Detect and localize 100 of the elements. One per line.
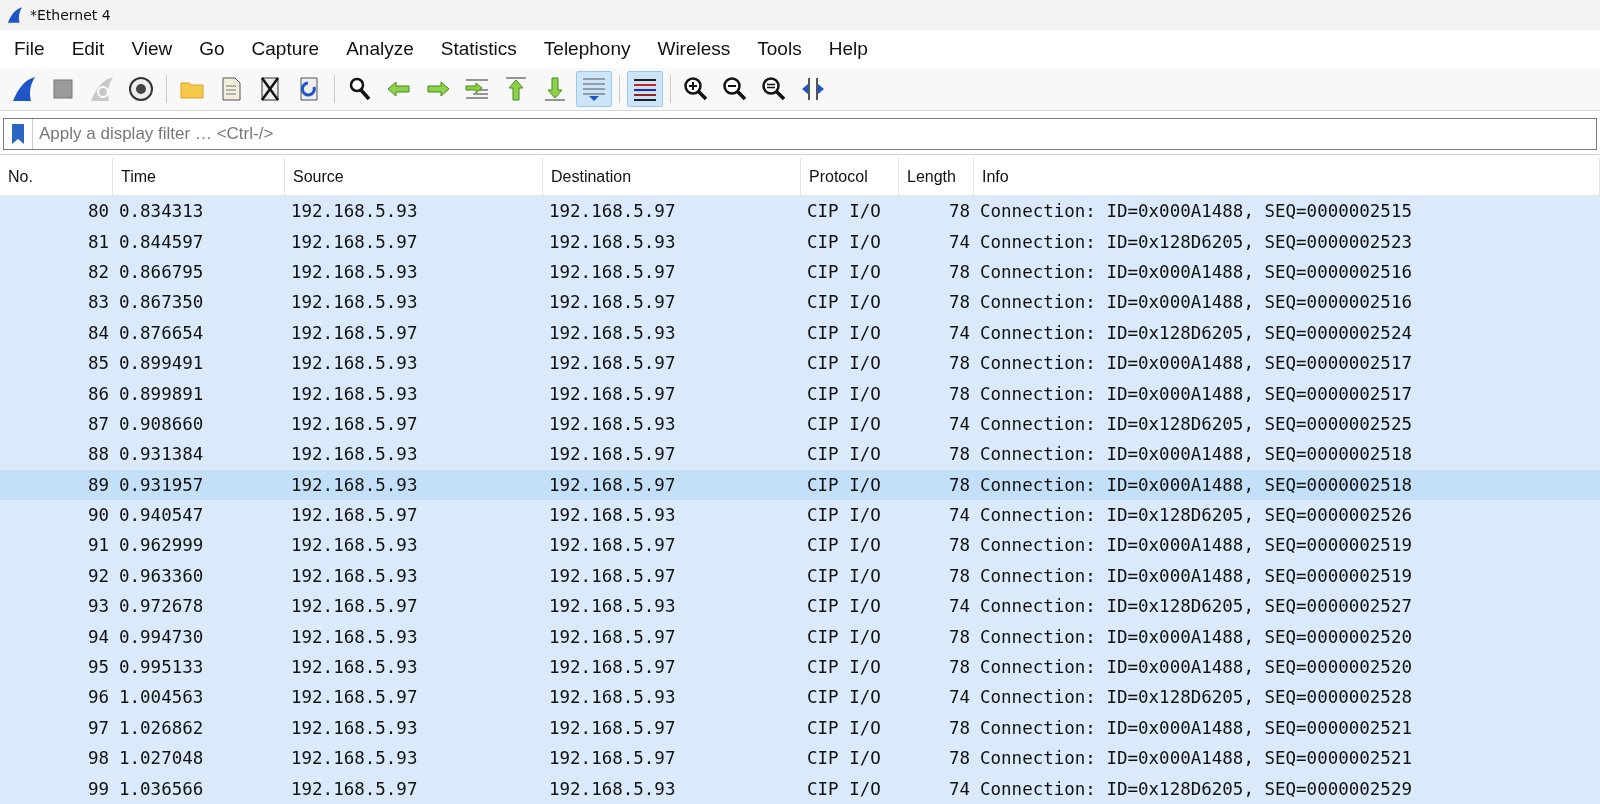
table-cell: 192.168.5.93	[291, 717, 418, 738]
packet-row[interactable]: 86 0.899891 192.168.5.93 192.168.5.97 CIP I/O 78 Connection: ID=0x000A1488, SEQ=0000002517	[0, 378, 1600, 409]
table-cell: 192.168.5.97	[549, 748, 676, 769]
table-cell: CIP I/O	[807, 474, 881, 495]
table-cell: 192.168.5.97	[549, 383, 676, 404]
column-header[interactable]: Length	[899, 158, 974, 195]
table-cell: 192.168.5.93	[549, 231, 676, 252]
table-cell: 192.168.5.97	[549, 535, 676, 556]
table-cell: CIP I/O	[807, 322, 881, 343]
table-cell: 83	[87, 292, 109, 313]
table-cell: 0.899891	[119, 383, 204, 404]
packet-row[interactable]: 88 0.931384 192.168.5.93 192.168.5.97 CIP I/O 78 Connection: ID=0x000A1488, SEQ=0000002518	[0, 439, 1600, 470]
packet-row[interactable]: 94 0.994730 192.168.5.93 192.168.5.97 CIP I/O 78 Connection: ID=0x000A1488, SEQ=0000002520	[0, 621, 1600, 652]
column-header[interactable]: Info	[974, 158, 1600, 195]
menu-item[interactable]: File	[4, 38, 55, 60]
table-cell: CIP I/O	[807, 353, 881, 374]
table-cell: 0.931957	[119, 474, 204, 495]
table-cell: 192.168.5.97	[549, 444, 676, 465]
table-cell: 192.168.5.97	[549, 261, 676, 282]
packet-row[interactable]: 96 1.004563 192.168.5.97 192.168.5.93 CIP I/O 74 Connection: ID=0x128D6205, SEQ=0000002528	[0, 682, 1600, 713]
table-cell: 192.168.5.97	[549, 353, 676, 374]
packet-row[interactable]: 87 0.908660 192.168.5.97 192.168.5.93 CIP I/O 74 Connection: ID=0x128D6205, SEQ=0000002525	[0, 408, 1600, 440]
menu-item[interactable]: Go	[189, 38, 235, 60]
column-header[interactable]: No.	[0, 158, 113, 195]
table-cell: 0.867350	[119, 292, 204, 313]
table-cell: 0.908660	[119, 413, 204, 434]
table-cell: CIP I/O	[807, 535, 881, 556]
table-cell: 192.168.5.93	[291, 535, 418, 556]
column-header[interactable]: Protocol	[801, 158, 899, 195]
packet-row[interactable]: 81 0.844597 192.168.5.97 192.168.5.93 CIP I/O 74 Connection: ID=0x128D6205, SEQ=0000002523	[0, 226, 1600, 257]
menu-item[interactable]: Tools	[747, 38, 812, 60]
table-cell: 0.962999	[119, 535, 204, 556]
table-cell: 192.168.5.97	[549, 657, 676, 678]
packet-row[interactable]: 85 0.899491 192.168.5.93 192.168.5.97 CIP I/O 78 Connection: ID=0x000A1488, SEQ=0000002517	[0, 347, 1600, 379]
table-cell: 74	[948, 322, 970, 343]
table-cell: 78	[948, 353, 970, 374]
table-cell: 192.168.5.97	[291, 413, 418, 434]
toolbar-button[interactable]	[627, 71, 663, 107]
table-cell: 0.899491	[119, 353, 204, 374]
table-cell: CIP I/O	[807, 687, 881, 708]
column-header[interactable]: Destination	[543, 158, 801, 195]
column-header[interactable]: Time	[113, 158, 285, 195]
table-cell: 192.168.5.93	[291, 565, 418, 586]
packet-row[interactable]: 90 0.940547 192.168.5.97 192.168.5.93 CIP I/O 74 Connection: ID=0x128D6205, SEQ=0000002526	[0, 499, 1600, 531]
table-cell: CIP I/O	[807, 626, 881, 647]
table-cell: 192.168.5.93	[291, 748, 418, 769]
packet-row[interactable]: 92 0.963360 192.168.5.93 192.168.5.97 CIP I/O 78 Connection: ID=0x000A1488, SEQ=0000002519	[0, 560, 1600, 592]
table-cell: 91	[87, 535, 109, 556]
table-cell: 192.168.5.93	[549, 778, 676, 799]
menu-item[interactable]: Capture	[241, 38, 330, 60]
table-cell: 192.168.5.93	[291, 383, 418, 404]
table-cell: 99	[87, 778, 109, 799]
table-cell: 86	[87, 383, 109, 404]
table-cell: 78	[948, 626, 970, 647]
packet-row[interactable]: 83 0.867350 192.168.5.93 192.168.5.97 CIP I/O 78 Connection: ID=0x000A1488, SEQ=0000002516	[0, 287, 1600, 318]
table-cell: 192.168.5.97	[291, 687, 418, 708]
packet-row[interactable]: 99 1.036566 192.168.5.97 192.168.5.93 CIP I/O 74 Connection: ID=0x128D6205, SEQ=0000002529	[0, 773, 1600, 804]
shark-fin-icon	[10, 75, 38, 103]
packet-row[interactable]: 95 0.995133 192.168.5.93 192.168.5.97 CIP I/O 78 Connection: ID=0x000A1488, SEQ=0000002520	[0, 651, 1600, 683]
menu-item[interactable]: Edit	[61, 38, 115, 60]
table-cell: 93	[87, 596, 109, 617]
table-cell: 78	[948, 657, 970, 678]
packet-row[interactable]: 91 0.962999 192.168.5.93 192.168.5.97 CIP I/O 78 Connection: ID=0x000A1488, SEQ=0000002519	[0, 530, 1600, 561]
table-cell: CIP I/O	[807, 596, 881, 617]
packet-row[interactable]: 84 0.876654 192.168.5.97 192.168.5.93 CIP I/O 74 Connection: ID=0x128D6205, SEQ=0000002524	[0, 317, 1600, 348]
restart-icon	[88, 75, 116, 103]
table-cell: 192.168.5.93	[291, 201, 418, 222]
table-cell: CIP I/O	[807, 383, 881, 404]
table-cell: 87	[87, 413, 109, 434]
table-cell: 192.168.5.93	[291, 626, 418, 647]
column-header[interactable]: Source	[285, 158, 543, 195]
table-cell: 74	[948, 413, 970, 434]
table-cell: 192.168.5.93	[549, 687, 676, 708]
table-cell: 192.168.5.93	[549, 505, 676, 526]
table-cell: CIP I/O	[807, 657, 881, 678]
packet-row[interactable]: 93 0.972678 192.168.5.97 192.168.5.93 CIP I/O 74 Connection: ID=0x128D6205, SEQ=0000002527	[0, 591, 1600, 622]
table-cell: 78	[948, 383, 970, 404]
packet-row[interactable]: 97 1.026862 192.168.5.93 192.168.5.97 CIP I/O 78 Connection: ID=0x000A1488, SEQ=0000002521	[0, 712, 1600, 744]
table-cell: Connection: ID=0x128D6205, SEQ=0000002525	[980, 413, 1412, 434]
table-cell: 0.844597	[119, 231, 204, 252]
bookmark-icon[interactable]	[11, 123, 25, 145]
table-cell: CIP I/O	[807, 778, 881, 799]
table-cell: Connection: ID=0x000A1488, SEQ=0000002521	[980, 717, 1412, 738]
table-cell: 192.168.5.93	[549, 596, 676, 617]
menu-item[interactable]: Statistics	[430, 38, 527, 60]
menu-item[interactable]: View	[121, 38, 183, 60]
filter-bar[interactable]: Apply a display filter … <Ctrl-/>	[3, 118, 1597, 150]
menu-item[interactable]: Analyze	[336, 38, 424, 60]
menu-item[interactable]: Wireless	[647, 38, 741, 60]
menu-item[interactable]: Help	[818, 38, 878, 60]
menu-item[interactable]: Telephony	[533, 38, 641, 60]
packet-row[interactable]: 80 0.834313 192.168.5.93 192.168.5.97 CIP I/O 78 Connection: ID=0x000A1488, SEQ=0000002515	[0, 196, 1600, 227]
table-cell: 74	[948, 596, 970, 617]
table-cell: 0.876654	[119, 322, 204, 343]
table-cell: 0.834313	[119, 201, 204, 222]
packet-row[interactable]: 98 1.027048 192.168.5.93 192.168.5.97 CIP I/O 78 Connection: ID=0x000A1488, SEQ=0000002521	[0, 743, 1600, 774]
table-cell: 192.168.5.93	[291, 353, 418, 374]
packet-row[interactable]: 89 0.931957 192.168.5.93 192.168.5.97 CIP I/O 78 Connection: ID=0x000A1488, SEQ=0000002518	[0, 469, 1600, 500]
table-cell: 0.972678	[119, 596, 204, 617]
packet-row[interactable]: 82 0.866795 192.168.5.93 192.168.5.97 CIP I/O 78 Connection: ID=0x000A1488, SEQ=0000002516	[0, 256, 1600, 288]
